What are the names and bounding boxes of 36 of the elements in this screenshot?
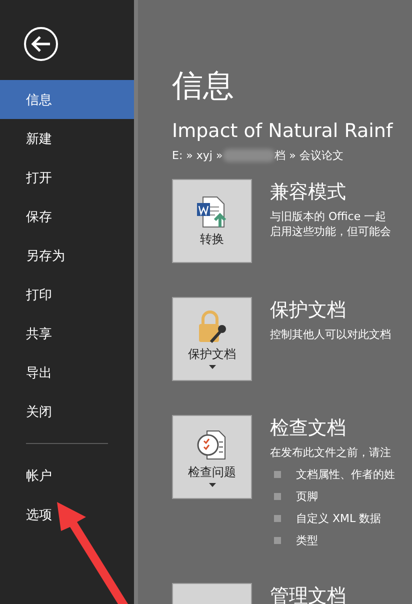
sidebar-item[interactable]: 选项 (0, 495, 134, 534)
page-title: 信息 (172, 67, 235, 106)
sidebar-item[interactable]: 帐户 (0, 456, 134, 495)
bullet-text: 自定义 XML 数据 (296, 510, 382, 526)
sidebar-item[interactable]: 信息 (0, 80, 134, 119)
section-title: 兼容模式 (270, 180, 347, 205)
section-description: 在发布此文件之前，请注 (270, 445, 392, 460)
convert-button[interactable]: 转换 (172, 179, 252, 263)
protect-document-button[interactable]: 保护文档 (172, 297, 252, 381)
sidebar-item[interactable]: 打印 (0, 275, 134, 314)
sidebar-item[interactable]: 打开 (0, 158, 134, 197)
bullet-text: 文档属性、作者的姓 (296, 466, 395, 482)
file-path: 档 » 会议论文 (274, 148, 344, 163)
bullet-text: 类型 (296, 532, 318, 548)
sidebar-item[interactable]: 关闭 (0, 392, 134, 431)
sidebar-item[interactable]: 导出 (0, 353, 134, 392)
sidebar-item[interactable]: 新建 (0, 119, 134, 158)
sidebar-item[interactable]: 共享 (0, 314, 134, 353)
back-icon[interactable] (23, 26, 59, 62)
document-title: Impact of Natural Rainf (172, 120, 394, 142)
section-description: 与旧版本的 Office 一起 (270, 209, 388, 224)
sidebar-item[interactable]: 保存 (0, 197, 134, 236)
blurred-region (222, 149, 275, 162)
sidebar-item[interactable]: 另存为 (0, 236, 134, 275)
section-title: 检查文档 (270, 416, 347, 441)
bullet-icon (274, 514, 281, 522)
section-title: 保护文档 (270, 298, 347, 323)
bullet-text: 页脚 (296, 488, 318, 504)
document-upload-icon (195, 194, 229, 228)
file-path: E: » xyj » (172, 149, 223, 162)
section-description: 启用这些功能，但可能会 (270, 224, 391, 239)
bullet-icon (274, 470, 281, 478)
check-issues-button[interactable]: 检查问题 (172, 415, 252, 499)
bullet-icon (274, 492, 281, 500)
section-description: 控制其他人可以对此文档 (270, 327, 391, 342)
bullet-icon (274, 536, 281, 544)
